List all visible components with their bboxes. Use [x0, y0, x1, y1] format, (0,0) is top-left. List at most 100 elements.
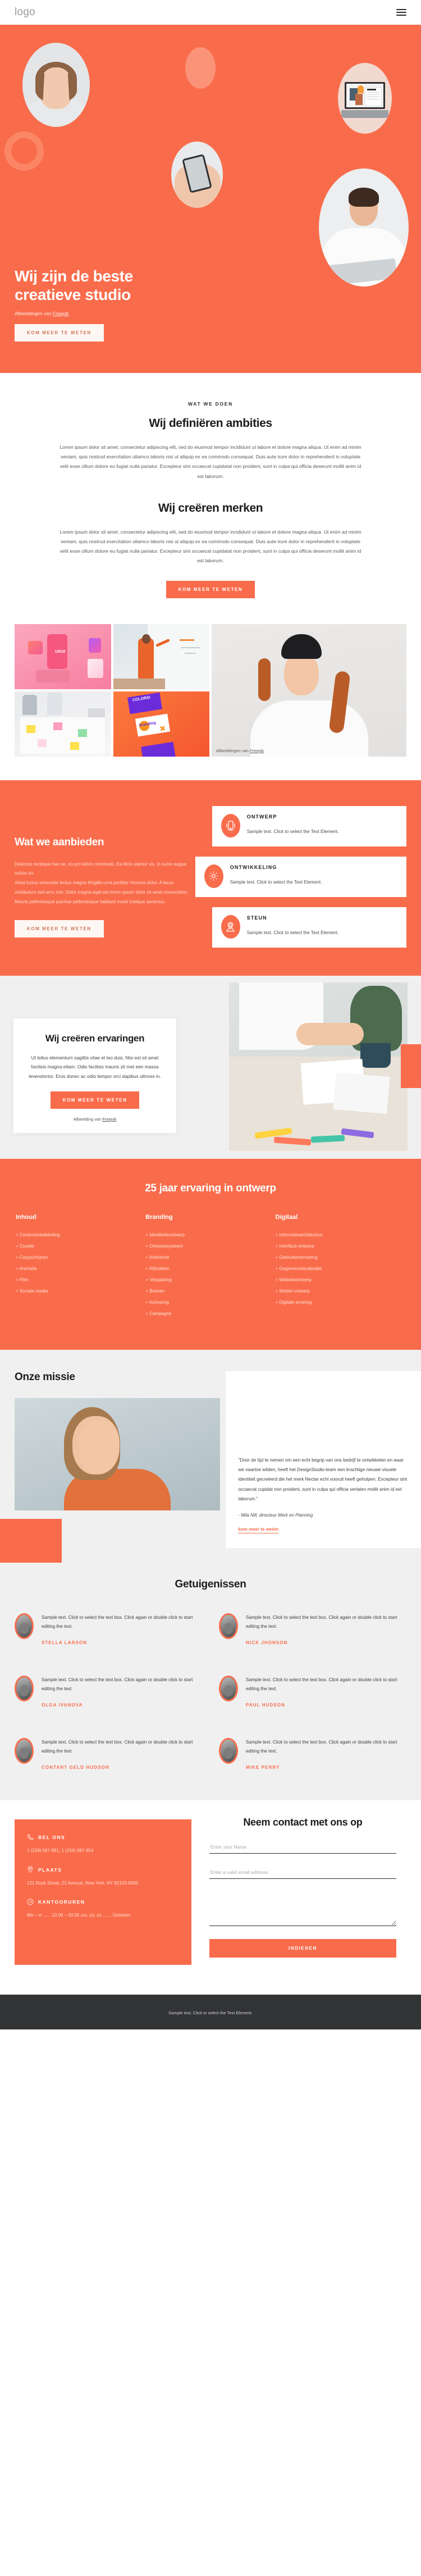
mission-accent-block [0, 1519, 62, 1563]
testimonial-name: CONTANT GELD HUDSON [42, 1764, 109, 1770]
clock-24h-icon [27, 1899, 34, 1905]
avatar [219, 1676, 238, 1701]
credit-link[interactable]: Freepik [250, 748, 264, 753]
offer-card-ontwerp[interactable]: ONTWERP Sample text. Click to select the… [212, 805, 406, 846]
contact-call-value[interactable]: 1 (234) 567-891, 1 (234) 987-654 [27, 1846, 179, 1855]
contact-hours-value: Ma – vr ...... 10.00 – 20.00 uur, za, zo… [27, 1913, 131, 1918]
testimonials-grid: Sample text. Click to select the text bo… [15, 1613, 406, 1770]
years-column-heading: Inhoud [16, 1213, 36, 1221]
years-list-item[interactable]: Artdirectie [145, 1252, 275, 1263]
mission-heading: Onze missie [15, 1371, 75, 1383]
years-list-item[interactable]: Ontwerpsysteem [145, 1241, 275, 1252]
experiences-heading: Wij creëren ervaringen [45, 1032, 145, 1044]
message-textarea[interactable] [209, 1891, 396, 1927]
credit-link[interactable]: Freepik [53, 311, 68, 316]
testimonial-name: MIKE PERRY [246, 1764, 280, 1770]
mission-quote: "Door de tijd te nemen om een echt begri… [238, 1457, 408, 1501]
years-list: Identiteitsontwerp Ontwerpsysteem Artdir… [145, 1230, 275, 1319]
offer-card-text: Sample text. Click to select the Text El… [246, 829, 339, 834]
years-list-item[interactable]: Film [16, 1275, 145, 1286]
submit-button[interactable]: INDIENEN [209, 1939, 396, 1958]
hero-copy: Wij zijn de beste creatieve studio Afbee… [15, 267, 161, 342]
email-input[interactable] [209, 1866, 396, 1879]
avatar [15, 1676, 34, 1701]
offer-cta-button[interactable]: KOM MEER TE WETEN [15, 920, 104, 938]
testimonials-heading: Getuigenissen [175, 1578, 246, 1591]
testimonial-name: STELLA LARSON [42, 1640, 88, 1645]
mission-right: "Door de tijd te nemen om een echt begri… [226, 1371, 421, 1549]
years-list: Informatiearchitectuur Interface-ontwerp… [276, 1230, 405, 1308]
testimonial-item: Sample text. Click to select the text bo… [15, 1676, 202, 1708]
years-list-item[interactable]: Animatie [16, 1263, 145, 1275]
mission-learn-more-link[interactable]: kom meer te weten [238, 1527, 279, 1534]
credit-prefix: Afbeeldingen van [216, 748, 250, 753]
offer-card-title: STEUN [246, 914, 267, 921]
contact-hours-title: KANTOORUREN [38, 1899, 85, 1905]
contact-place-title: PLAATS [38, 1867, 62, 1873]
credit-prefix: Afbeeldingen van [15, 311, 53, 316]
years-list-item[interactable]: Interface-ontwerp [276, 1241, 405, 1252]
testimonial-text: Sample text. Click to select the text bo… [246, 1677, 397, 1691]
years-list-item[interactable]: Gebruikerservaring [276, 1252, 405, 1263]
what-we-do-heading-1: Wij definiëren ambities [149, 417, 272, 430]
avatar [219, 1737, 238, 1764]
years-list-item[interactable]: Curatie [16, 1241, 145, 1252]
years-experience-section: 25 jaar ervaring in ontwerp Inhoud Conte… [0, 1158, 421, 1350]
hero-decorative-ellipse [185, 47, 216, 89]
experiences-cta-button[interactable]: KOM MEER TE WETEN [50, 1091, 140, 1109]
testimonial-item: Sample text. Click to select the text bo… [219, 1737, 406, 1770]
avatar [219, 1613, 238, 1640]
site-header: logo [0, 0, 421, 25]
mobile-device-icon [221, 813, 240, 838]
testimonial-item: Sample text. Click to select the text bo… [15, 1737, 202, 1770]
mission-photo [15, 1398, 221, 1510]
gallery-grid: UI/UX COLORS! branding [15, 623, 209, 757]
years-list-item[interactable]: Digitale ervaring [276, 1297, 405, 1308]
testimonial-text: Sample text. Click to select the text bo… [42, 1677, 193, 1691]
years-list-item[interactable]: Websiteontwerp [276, 1275, 405, 1286]
footer-text: Sample text. Click to select the Text El… [168, 2010, 253, 2016]
contact-info-panel: BEL ONS 1 (234) 567-891, 1 (234) 987-654… [15, 1819, 191, 1965]
avatar [15, 1737, 34, 1764]
years-list-item[interactable]: Copyschrijven [16, 1252, 145, 1263]
gallery-tile-whiteboard [113, 623, 209, 689]
years-list-item[interactable]: Verpakking [145, 1275, 275, 1286]
years-list-item[interactable]: Sociale media [16, 1286, 145, 1297]
hero-cta-button[interactable]: KOM MEER TE WETEN [15, 324, 104, 342]
years-title: 25 jaar ervaring in ontwerp [145, 1182, 276, 1194]
testimonial-item: Sample text. Click to select the text bo… [15, 1613, 202, 1645]
years-column-branding: Branding Identiteitsontwerp Ontwerpsyste… [145, 1214, 275, 1319]
offer-card-steun[interactable]: STEUN Sample text. Click to select the T… [212, 907, 406, 948]
testimonial-text: Sample text. Click to select the text bo… [246, 1739, 397, 1754]
gear-icon [204, 864, 223, 888]
gallery-tile-uiux-label: UI/UX [55, 649, 66, 654]
name-input[interactable] [209, 1841, 396, 1854]
years-list-item[interactable]: Campagne [145, 1308, 275, 1319]
what-we-do-cta-button[interactable]: KOM MEER TE WETEN [166, 580, 255, 598]
years-list-item[interactable]: Informatiearchitectuur [276, 1230, 405, 1241]
testimonials-section: Getuigenissen Sample text. Click to sele… [0, 1548, 421, 1800]
offer-card-ontwikkeling[interactable]: ONTWIKKELING Sample text. Click to selec… [195, 856, 406, 897]
site-logo[interactable]: logo [15, 6, 35, 19]
contact-place-value: 121 Rock Street, 21 Avenue, New York, NY… [27, 1881, 139, 1886]
years-list-item[interactable]: Identiteitsontwerp [145, 1230, 275, 1241]
years-list-item[interactable]: Gegevensvisualisatie [276, 1263, 405, 1275]
years-list-item[interactable]: Boeken [145, 1286, 275, 1297]
hamburger-menu-icon[interactable] [396, 9, 406, 16]
years-list-item[interactable]: Mobiel ontwerp [276, 1286, 405, 1297]
years-list-item[interactable]: Contentontwikkeling [16, 1230, 145, 1241]
years-list-item[interactable]: Activering [145, 1297, 275, 1308]
email-field-wrapper [209, 1866, 396, 1879]
experiences-image-credit: Afbeelding van Freepik [26, 1117, 164, 1122]
testimonial-text: Sample text. Click to select the text bo… [246, 1615, 397, 1630]
what-we-do-heading-2: Wij creëren merken [158, 501, 263, 515]
years-columns: Inhoud Contentontwikkeling Curatie Copys… [16, 1214, 405, 1319]
hero-image-phone [171, 142, 223, 208]
credit-link[interactable]: Freepik [102, 1117, 116, 1122]
years-list-item[interactable]: Afdrukken [145, 1263, 275, 1275]
credit-prefix: Afbeelding van [73, 1116, 103, 1122]
contact-form-panel: Neem contact met ons op INDIENEN [199, 1815, 406, 1973]
contact-hours-row: KANTOORUREN Ma – vr ...... 10.00 – 20.00… [27, 1899, 179, 1919]
testimonial-text: Sample text. Click to select the text bo… [42, 1615, 193, 1630]
years-column-inhoud: Inhoud Contentontwikkeling Curatie Copys… [16, 1214, 145, 1319]
